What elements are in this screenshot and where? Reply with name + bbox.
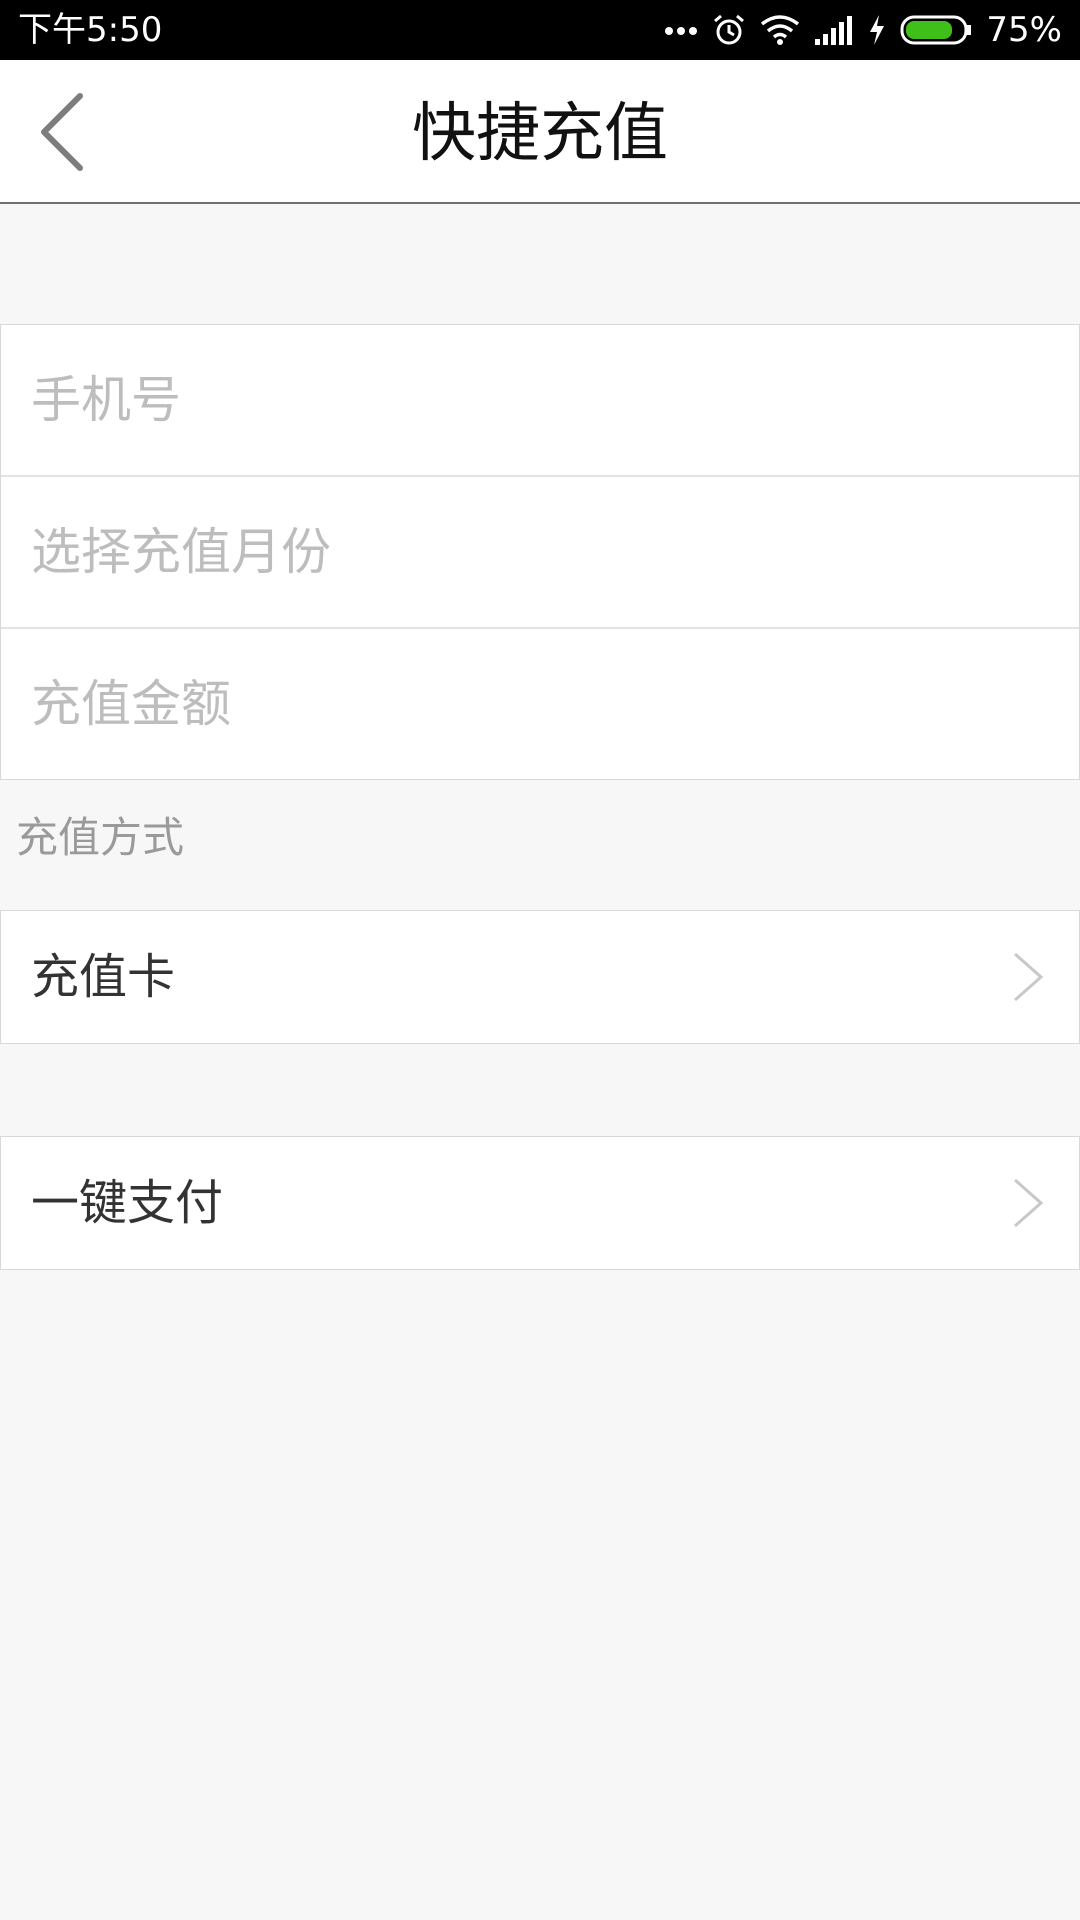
more-dots-icon [665,27,698,35]
recharge-card-label: 充值卡 [31,949,176,1005]
wifi-icon [761,15,800,45]
page-title: 快捷充值 [412,97,668,171]
amount-input[interactable] [31,629,1031,779]
battery-percent: 75% [986,10,1062,50]
alarm-icon [714,14,745,45]
charging-icon [870,15,885,45]
payment-method-label: 充值方式 [16,813,185,862]
one-key-pay-label: 一键支付 [31,1175,224,1231]
phone-row [1,325,1079,477]
one-key-pay-option[interactable]: 一键支付 [0,1136,1080,1270]
chevron-right-icon [1014,952,1044,1002]
chevron-right-icon [1014,1178,1044,1228]
status-time: 下午5:50 [18,10,163,50]
recharge-form [0,324,1080,780]
phone-input[interactable] [31,325,1031,475]
status-bar: 下午5:50 75% [0,0,1080,60]
status-icons: 75% [650,0,1062,60]
month-row [1,477,1079,629]
month-select-input[interactable] [31,477,1031,627]
recharge-card-option[interactable]: 充值卡 [0,910,1080,1044]
battery-icon [900,15,972,45]
amount-row [1,629,1079,779]
signal-icon [815,16,853,45]
nav-bar: 快捷充值 [0,60,1080,204]
